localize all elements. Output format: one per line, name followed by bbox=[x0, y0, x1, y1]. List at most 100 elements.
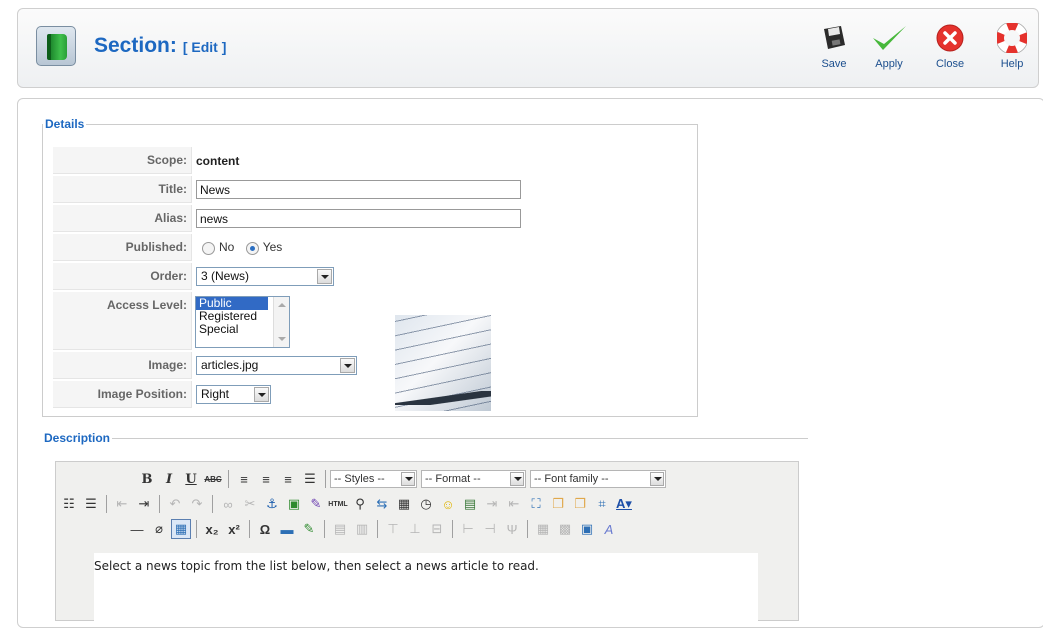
cleanup-icon[interactable]: ✎ bbox=[306, 494, 326, 514]
alias-row: Alias: news bbox=[53, 205, 692, 232]
horizontal-rule-icon[interactable]: — bbox=[127, 519, 147, 539]
insert-row-before-icon[interactable]: ⊤ bbox=[383, 519, 403, 539]
visual-aid-icon[interactable]: ▦ bbox=[171, 519, 191, 539]
order-row: Order: 3 (News) bbox=[53, 263, 692, 290]
remove-format-icon[interactable]: ⌀ bbox=[149, 519, 169, 539]
align-left-button[interactable]: ≡ bbox=[234, 469, 254, 489]
align-justify-button[interactable]: ☰ bbox=[300, 469, 320, 489]
apply-button[interactable]: Apply bbox=[867, 23, 911, 70]
close-label: Close bbox=[935, 58, 965, 70]
insert-date-icon[interactable]: ▦ bbox=[394, 494, 414, 514]
insert-field-icon[interactable]: ▬ bbox=[277, 519, 297, 539]
chevron-down-icon bbox=[340, 358, 355, 373]
description-legend: Description bbox=[44, 431, 111, 445]
bullet-list-icon[interactable]: ☷ bbox=[59, 494, 79, 514]
find-icon[interactable]: ⚲ bbox=[350, 494, 370, 514]
redo-icon[interactable]: ↷ bbox=[187, 494, 207, 514]
rich-text-editor: B I U ABC ≡ ≡ ≡ ☰ -- Styles -- -- Format… bbox=[55, 461, 799, 623]
subscript-icon[interactable]: x₂ bbox=[202, 519, 222, 539]
published-yes-radio[interactable] bbox=[245, 241, 259, 255]
image-row: Image: articles.jpg bbox=[53, 352, 692, 379]
image-select[interactable]: articles.jpg bbox=[196, 356, 357, 375]
bold-button[interactable]: B bbox=[137, 469, 157, 489]
published-no-radio[interactable] bbox=[202, 241, 215, 255]
title-row: Title: News bbox=[53, 176, 692, 203]
styles-dropdown[interactable]: -- Styles -- bbox=[330, 470, 417, 488]
insert-row-after-icon[interactable]: ⊥ bbox=[405, 519, 425, 539]
rtl-icon[interactable]: ⇤ bbox=[504, 494, 524, 514]
image-icon[interactable]: ▣ bbox=[284, 494, 304, 514]
merge-cells-icon[interactable]: ▩ bbox=[555, 519, 575, 539]
editor-toolbar-row-1: B I U ABC ≡ ≡ ≡ ☰ -- Styles -- -- Format… bbox=[136, 468, 670, 490]
strikethrough-button[interactable]: ABC bbox=[203, 469, 223, 489]
layer-back-icon[interactable]: ❐ bbox=[570, 494, 590, 514]
alias-label: Alias: bbox=[53, 205, 192, 232]
access-level-listbox[interactable]: Public Registered Special bbox=[195, 296, 290, 348]
order-value: 3 (News) bbox=[201, 269, 250, 283]
insert-col-after-icon[interactable]: ⊣ bbox=[480, 519, 500, 539]
help-label: Help bbox=[1000, 58, 1024, 70]
editor-toolbar-row-3: — ⌀ ▦ x₂ x² Ω ▬ ✎ ▤ ▥ ⊤ ⊥ ⊟ ⊢ ⊣ Ψ ▦ ▩ ▣ … bbox=[126, 518, 620, 540]
delete-col-icon[interactable]: Ψ bbox=[502, 519, 522, 539]
published-label: Published: bbox=[53, 234, 192, 261]
lifebuoy-icon bbox=[997, 23, 1027, 53]
details-fieldset: Details Scope: content Title: News Alias… bbox=[42, 117, 698, 417]
media-icon[interactable]: ▤ bbox=[460, 494, 480, 514]
title-input[interactable]: News bbox=[196, 180, 521, 199]
save-button[interactable]: Save bbox=[812, 23, 856, 70]
html-icon[interactable]: HTML bbox=[328, 494, 348, 514]
scope-value: content bbox=[196, 153, 240, 168]
superscript-icon[interactable]: x² bbox=[224, 519, 244, 539]
link-icon[interactable]: ∞ bbox=[218, 494, 238, 514]
italic-button[interactable]: I bbox=[159, 469, 179, 489]
split-cells-icon[interactable]: ▦ bbox=[533, 519, 553, 539]
delete-row-icon[interactable]: ⊟ bbox=[427, 519, 447, 539]
layer-absolute-icon[interactable]: ⌗ bbox=[592, 494, 612, 514]
emotions-icon[interactable]: ☺ bbox=[438, 494, 458, 514]
chevron-down-icon bbox=[650, 472, 664, 486]
numbered-list-icon[interactable]: ☰ bbox=[81, 494, 101, 514]
style-props-icon[interactable]: A bbox=[599, 519, 619, 539]
special-char-icon[interactable]: Ω bbox=[255, 519, 275, 539]
edit-icon[interactable]: ✎ bbox=[299, 519, 319, 539]
align-right-button[interactable]: ≡ bbox=[278, 469, 298, 489]
table-cell-props-icon[interactable]: ▥ bbox=[352, 519, 372, 539]
image-label: Image: bbox=[53, 352, 192, 379]
access-label: Access Level: bbox=[53, 292, 192, 350]
insert-time-icon[interactable]: ◷ bbox=[416, 494, 436, 514]
styles-value: -- Styles -- bbox=[334, 473, 385, 485]
close-icon bbox=[936, 24, 964, 52]
image-position-select[interactable]: Right bbox=[196, 385, 271, 404]
page-title-text: Section: bbox=[94, 34, 177, 57]
listbox-scrollbar[interactable] bbox=[273, 297, 289, 347]
insert-col-before-icon[interactable]: ⊢ bbox=[458, 519, 478, 539]
alias-input[interactable]: news bbox=[196, 209, 521, 228]
text-color-icon[interactable]: A▾ bbox=[614, 494, 634, 514]
layer-icon[interactable]: ❐ bbox=[548, 494, 568, 514]
scope-label: Scope: bbox=[53, 147, 192, 174]
close-button[interactable]: Close bbox=[928, 23, 972, 70]
table-row-props-icon[interactable]: ▤ bbox=[330, 519, 350, 539]
undo-icon[interactable]: ↶ bbox=[165, 494, 185, 514]
ltr-icon[interactable]: ⇥ bbox=[482, 494, 502, 514]
indent-icon[interactable]: ⇥ bbox=[134, 494, 154, 514]
align-center-button[interactable]: ≡ bbox=[256, 469, 276, 489]
section-icon bbox=[36, 26, 76, 66]
format-dropdown[interactable]: -- Format -- bbox=[421, 470, 526, 488]
fullscreen-icon[interactable]: ⛶ bbox=[526, 494, 546, 514]
order-select[interactable]: 3 (News) bbox=[196, 267, 334, 286]
replace-icon[interactable]: ⇆ bbox=[372, 494, 392, 514]
outdent-icon[interactable]: ⇤ bbox=[112, 494, 132, 514]
underline-button[interactable]: U bbox=[181, 469, 201, 489]
table-icon[interactable]: ▣ bbox=[577, 519, 597, 539]
access-row: Access Level: Public Registered Special bbox=[53, 292, 692, 350]
unlink-icon[interactable]: ✂ bbox=[240, 494, 260, 514]
details-legend: Details bbox=[45, 117, 85, 131]
published-row: Published: No Yes bbox=[53, 234, 692, 261]
font-family-dropdown[interactable]: -- Font family -- bbox=[530, 470, 666, 488]
anchor-icon[interactable]: ⚓ bbox=[262, 494, 282, 514]
checkmark-icon bbox=[873, 26, 906, 50]
published-yes-label: Yes bbox=[262, 240, 283, 255]
help-button[interactable]: Help bbox=[990, 23, 1034, 70]
description-editor-area[interactable]: Select a news topic from the list below,… bbox=[94, 553, 758, 623]
